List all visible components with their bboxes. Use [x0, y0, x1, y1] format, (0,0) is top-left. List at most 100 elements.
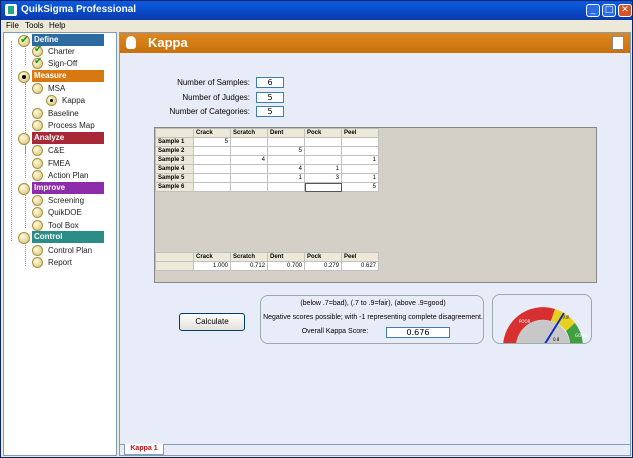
menu-help[interactable]: Help	[49, 21, 65, 30]
nav-kappa[interactable]: Kappa	[62, 95, 85, 106]
grid-cell[interactable]	[267, 182, 305, 192]
row-header: Sample 4	[155, 164, 194, 174]
nav-msa[interactable]: MSA	[48, 83, 65, 94]
close-button[interactable]: ✕	[618, 4, 632, 17]
samples-input[interactable]: 6	[256, 77, 284, 88]
nav-baseline[interactable]: Baseline	[48, 108, 79, 119]
table-row: Sample 3 4 1	[155, 155, 379, 165]
kappa-active-icon	[46, 95, 57, 106]
analyze-bullet-icon	[18, 133, 30, 145]
nav-tool-box[interactable]: Tool Box	[48, 220, 79, 231]
nav-quikdoe[interactable]: QuikDOE	[48, 207, 82, 218]
grid-cell[interactable]: 1	[341, 173, 379, 183]
results-table: Crack Scratch Dent Pock Peel 1.000 0.712…	[155, 252, 379, 271]
grid-cell[interactable]	[193, 146, 231, 156]
grid-cell[interactable]: 3	[304, 173, 342, 183]
grid-cell[interactable]	[230, 137, 268, 147]
section-improve[interactable]: Improve	[32, 182, 104, 194]
screening-bullet-icon	[32, 195, 43, 206]
grid-cell[interactable]: 5	[193, 137, 231, 147]
gauge-good-label: GOOD	[575, 333, 587, 338]
result-cell: 0.279	[304, 261, 342, 271]
navigation-sidebar: Define Charter Sign-Off Measure MSA Kapp…	[3, 32, 117, 456]
row-header: Sample 5	[155, 173, 194, 183]
grid-cell[interactable]	[230, 146, 268, 156]
section-analyze[interactable]: Analyze	[32, 132, 104, 144]
panel-header: Kappa	[120, 33, 630, 53]
grid-cell[interactable]	[304, 146, 342, 156]
grid-cell[interactable]: 1	[267, 173, 305, 183]
result-col-header: Pock	[304, 252, 342, 262]
menu-tools[interactable]: Tools	[25, 21, 44, 30]
section-define[interactable]: Define	[32, 34, 104, 46]
improve-bullet-icon	[18, 183, 30, 195]
document-icon[interactable]	[612, 36, 624, 50]
menu-bar: File Tools Help	[1, 20, 632, 32]
col-header: Crack	[193, 128, 231, 138]
signoff-check-icon	[32, 56, 43, 69]
tab-kappa-1[interactable]: Kappa 1	[124, 444, 164, 455]
msa-bullet-icon	[32, 83, 43, 94]
grid-cell[interactable]	[267, 137, 305, 147]
section-measure[interactable]: Measure	[32, 70, 104, 82]
samples-label: Number of Samples:	[177, 78, 250, 87]
minimize-button[interactable]: _	[586, 4, 600, 17]
gauge-svg: POOR FAIR GOOD 0.8	[503, 307, 587, 343]
col-header: Dent	[267, 128, 305, 138]
grid-cell[interactable]	[193, 182, 231, 192]
baseline-bullet-icon	[32, 108, 43, 119]
nav-fmea[interactable]: FMEA	[48, 158, 70, 169]
result-cell: 0.700	[267, 261, 305, 271]
app-window: QuikSigma Professional _ □ ✕ File Tools …	[0, 0, 633, 458]
menu-file[interactable]: File	[6, 21, 19, 30]
row-header: Sample 3	[155, 155, 194, 165]
define-check-icon	[18, 33, 30, 47]
grid-cell[interactable]	[230, 164, 268, 174]
result-col-header: Dent	[267, 252, 305, 262]
grid-cell[interactable]	[304, 155, 342, 165]
grid-cell[interactable]	[193, 155, 231, 165]
grid-cell-selected[interactable]	[304, 182, 342, 192]
grid-cell[interactable]	[341, 137, 379, 147]
grid-cell[interactable]	[193, 164, 231, 174]
grid-cell[interactable]: 4	[267, 164, 305, 174]
report-bullet-icon	[32, 257, 43, 268]
grid-cell[interactable]: 4	[230, 155, 268, 165]
grid-cell[interactable]: 5	[267, 146, 305, 156]
grid-cell[interactable]: 5	[341, 182, 379, 192]
nav-report[interactable]: Report	[48, 257, 72, 268]
grid-cell[interactable]	[230, 182, 268, 192]
grid-cell[interactable]	[341, 164, 379, 174]
col-header: Scratch	[230, 128, 268, 138]
judges-input[interactable]: 5	[256, 92, 284, 103]
nav-process-map[interactable]: Process Map	[48, 120, 95, 131]
nav-action-plan[interactable]: Action Plan	[48, 170, 88, 181]
lightbulb-icon	[126, 36, 136, 49]
nav-sign-off[interactable]: Sign-Off	[48, 58, 77, 69]
categories-label: Number of Categories:	[169, 107, 250, 116]
nav-ce[interactable]: C&E	[48, 145, 64, 156]
nav-screening[interactable]: Screening	[48, 195, 84, 206]
section-control[interactable]: Control	[32, 231, 104, 243]
title-bar: QuikSigma Professional _ □ ✕	[1, 1, 632, 20]
maximize-button[interactable]: □	[602, 4, 616, 17]
grid-cell[interactable]	[193, 173, 231, 183]
grid-cell[interactable]: 1	[304, 164, 342, 174]
grid-cell[interactable]: 1	[341, 155, 379, 165]
grid-cell[interactable]	[304, 137, 342, 147]
table-row: 1.000 0.712 0.700 0.279 0.627	[155, 261, 379, 271]
grid-cell[interactable]	[267, 155, 305, 165]
grid-cell[interactable]	[341, 146, 379, 156]
action-plan-bullet-icon	[32, 170, 43, 181]
kappa-scale-text: (below .7=bad), (.7 to .9=fair), (above …	[300, 300, 446, 307]
measure-active-icon	[18, 71, 30, 83]
categories-input[interactable]: 5	[256, 106, 284, 117]
grid-cell[interactable]	[230, 173, 268, 183]
col-header: Pock	[304, 128, 342, 138]
nav-charter[interactable]: Charter	[48, 46, 75, 57]
rating-table: Crack Scratch Dent Pock Peel Sample 1 5 …	[155, 128, 379, 192]
table-row: Sample 2 5	[155, 146, 379, 156]
app-icon	[5, 4, 17, 16]
kappa-negative-text: Negative scores possible; with -1 repres…	[263, 314, 483, 321]
nav-control-plan[interactable]: Control Plan	[48, 245, 92, 256]
